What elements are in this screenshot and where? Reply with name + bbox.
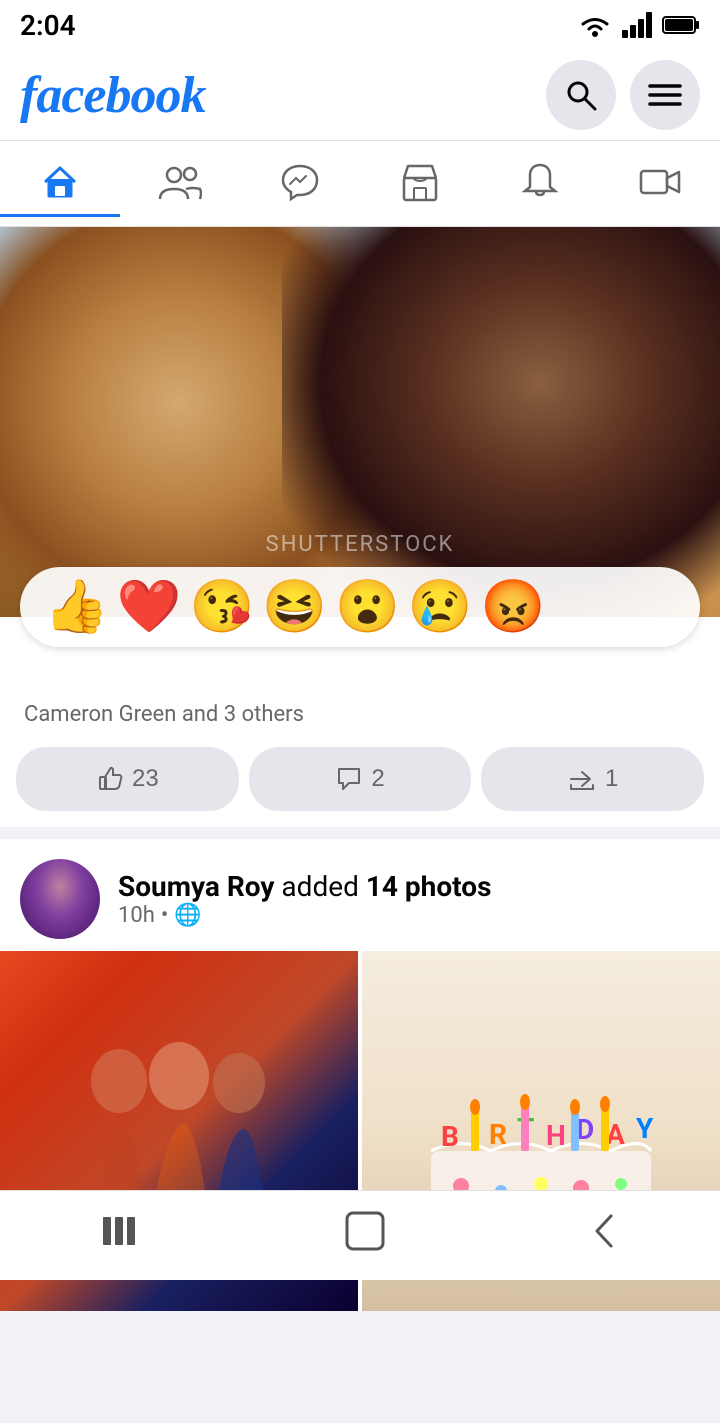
post2-author-line: Soumya Roy added 14 photos bbox=[118, 870, 700, 903]
svg-text:H: H bbox=[546, 1119, 566, 1152]
nav-home[interactable] bbox=[0, 150, 120, 217]
post-image-1: SHUTTERSTOCK bbox=[0, 227, 720, 617]
action-verb: added bbox=[281, 870, 365, 903]
comment-icon bbox=[335, 765, 363, 793]
post2-meta: Soumya Roy added 14 photos 10h • 🌐 bbox=[118, 870, 700, 928]
nav-video[interactable] bbox=[600, 153, 720, 214]
photo-count: 14 photos bbox=[366, 870, 492, 903]
status-bar: 2:04 bbox=[0, 0, 720, 50]
signal-icon bbox=[622, 12, 652, 38]
svg-text:B: B bbox=[441, 1120, 459, 1153]
post-card-1: SHUTTERSTOCK 👍 ❤️ 😘 😆 😮 😢 😡 Cameron Gree… bbox=[0, 227, 720, 827]
like-button[interactable]: 23 bbox=[16, 747, 239, 811]
bell-icon bbox=[521, 161, 559, 203]
bottom-back-icon bbox=[589, 1210, 619, 1252]
bottom-menu-button[interactable] bbox=[71, 1203, 171, 1268]
bottom-nav bbox=[0, 1190, 720, 1280]
share-count: 1 bbox=[605, 765, 618, 793]
status-time: 2:04 bbox=[20, 9, 76, 42]
like-count: 23 bbox=[132, 765, 159, 793]
share-button[interactable]: 1 bbox=[481, 747, 704, 811]
menu-button[interactable] bbox=[630, 60, 700, 130]
search-button[interactable] bbox=[546, 60, 616, 130]
time-ago: 10h bbox=[118, 903, 155, 928]
facebook-logo: facebook bbox=[20, 66, 205, 125]
svg-text:R: R bbox=[489, 1118, 507, 1151]
header-icons bbox=[546, 60, 700, 130]
author-name: Soumya Roy bbox=[118, 870, 274, 903]
comment-button[interactable]: 2 bbox=[249, 747, 472, 811]
reaction-zone: 👍 ❤️ 😘 😆 😮 😢 😡 Cameron Green and 3 other… bbox=[0, 567, 720, 687]
reaction-bar: 👍 ❤️ 😘 😆 😮 😢 😡 bbox=[20, 567, 700, 647]
nav-bar bbox=[0, 141, 720, 227]
hamburger-icon bbox=[648, 82, 682, 108]
bottom-home-button[interactable] bbox=[314, 1200, 416, 1271]
reactor-names: Cameron Green and 3 others bbox=[24, 702, 304, 727]
header: facebook bbox=[0, 50, 720, 141]
home-icon bbox=[40, 162, 80, 202]
reaction-care[interactable]: 😘 bbox=[190, 581, 255, 633]
post2-time: 10h • 🌐 bbox=[118, 903, 700, 928]
reaction-love[interactable]: ❤️ bbox=[117, 581, 182, 633]
friends-icon bbox=[158, 163, 202, 201]
separator-dot: • bbox=[161, 903, 168, 928]
status-icons bbox=[578, 12, 700, 38]
reaction-like[interactable]: 👍 bbox=[44, 581, 109, 633]
marketplace-icon bbox=[400, 162, 440, 202]
search-icon bbox=[564, 78, 598, 112]
bottom-back-button[interactable] bbox=[559, 1200, 649, 1271]
comment-count: 2 bbox=[371, 765, 384, 793]
person-right bbox=[282, 227, 720, 617]
share-icon bbox=[567, 765, 597, 793]
bottom-spacer bbox=[0, 1323, 720, 1423]
nav-messenger[interactable] bbox=[240, 150, 360, 217]
reaction-wow[interactable]: 😮 bbox=[335, 581, 400, 633]
nav-friends[interactable] bbox=[120, 151, 240, 216]
messenger-icon bbox=[280, 162, 320, 202]
svg-text:Y: Y bbox=[636, 1112, 654, 1145]
avatar bbox=[20, 859, 100, 939]
bottom-menu-icon bbox=[101, 1213, 141, 1249]
privacy-icon: 🌐 bbox=[174, 903, 201, 928]
reaction-angry[interactable]: 😡 bbox=[481, 581, 546, 633]
photo-watermark: SHUTTERSTOCK bbox=[0, 532, 720, 557]
feed: SHUTTERSTOCK 👍 ❤️ 😘 😆 😮 😢 😡 Cameron Gree… bbox=[0, 227, 720, 1311]
wifi-icon bbox=[578, 12, 612, 38]
video-icon bbox=[639, 165, 681, 199]
bottom-home-icon bbox=[344, 1210, 386, 1252]
post2-header: Soumya Roy added 14 photos 10h • 🌐 bbox=[0, 839, 720, 951]
nav-notifications[interactable] bbox=[480, 149, 600, 218]
thumbs-up-icon bbox=[96, 765, 124, 793]
nav-marketplace[interactable] bbox=[360, 150, 480, 217]
reaction-haha[interactable]: 😆 bbox=[262, 581, 327, 633]
reaction-sad[interactable]: 😢 bbox=[408, 581, 473, 633]
avatar-image bbox=[20, 859, 100, 939]
battery-icon bbox=[662, 14, 700, 36]
